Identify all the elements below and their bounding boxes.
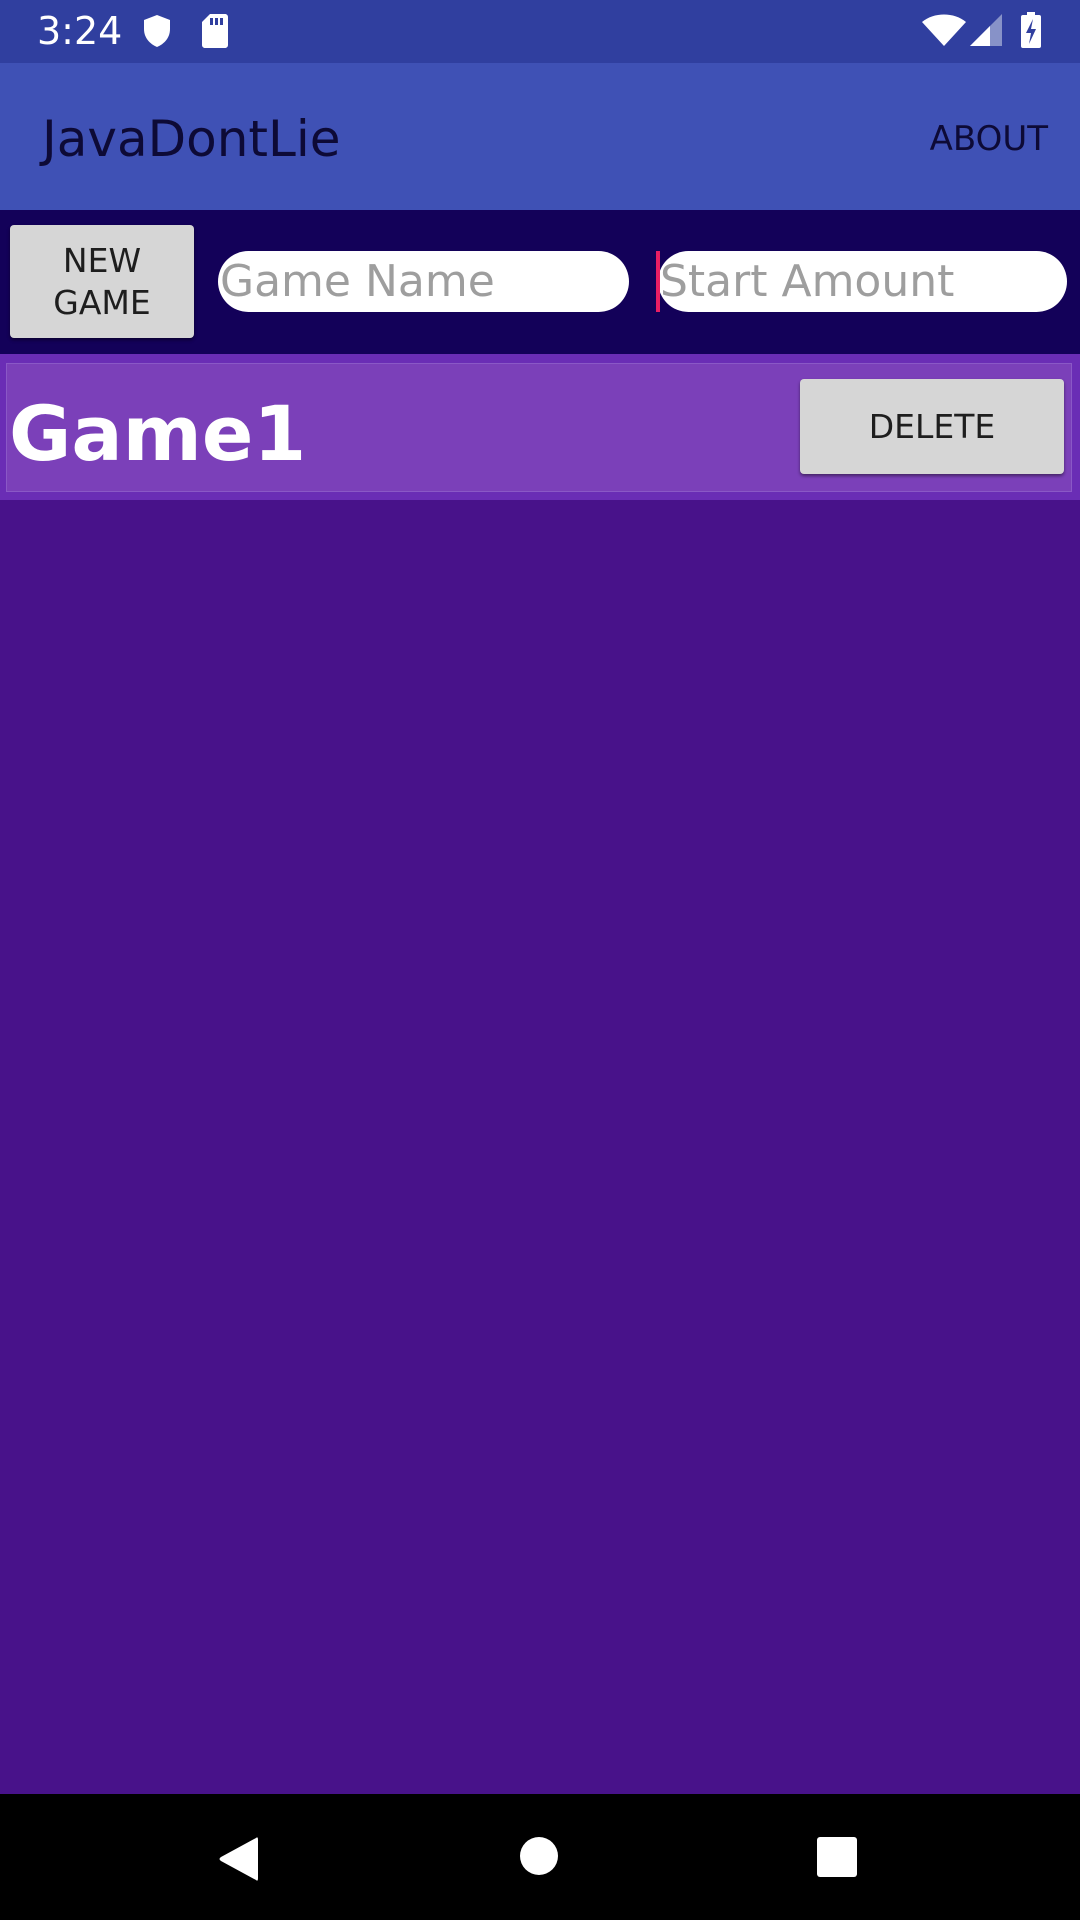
app-title: JavaDontLie: [42, 110, 341, 168]
status-bar: 3:24: [0, 0, 1080, 63]
start-amount-input[interactable]: Start Amount: [658, 251, 1067, 312]
game-row[interactable]: Game1 DELETE: [6, 363, 1072, 492]
game-name: Game1: [9, 389, 307, 478]
delete-button[interactable]: DELETE: [800, 379, 1064, 474]
sd-card-icon: [202, 14, 228, 53]
recents-icon[interactable]: [817, 1837, 857, 1882]
wifi-icon: [922, 14, 966, 51]
back-icon[interactable]: [218, 1836, 258, 1887]
cellular-signal-icon: [970, 14, 1002, 51]
new-game-button[interactable]: NEW GAME: [10, 225, 194, 338]
game-name-input[interactable]: Game Name: [218, 251, 629, 312]
new-game-toolbar: NEW GAME Game Name Start Amount: [0, 210, 1080, 354]
status-time: 3:24: [37, 9, 123, 53]
shield-icon: [142, 14, 172, 53]
home-icon[interactable]: [520, 1837, 558, 1880]
game-list: Game1 DELETE: [0, 354, 1080, 500]
navigation-bar: [0, 1794, 1080, 1920]
text-cursor: [656, 251, 660, 312]
battery-charging-icon: [1020, 12, 1042, 53]
about-button[interactable]: ABOUT: [930, 117, 1048, 161]
app-bar: JavaDontLie ABOUT: [0, 63, 1080, 210]
